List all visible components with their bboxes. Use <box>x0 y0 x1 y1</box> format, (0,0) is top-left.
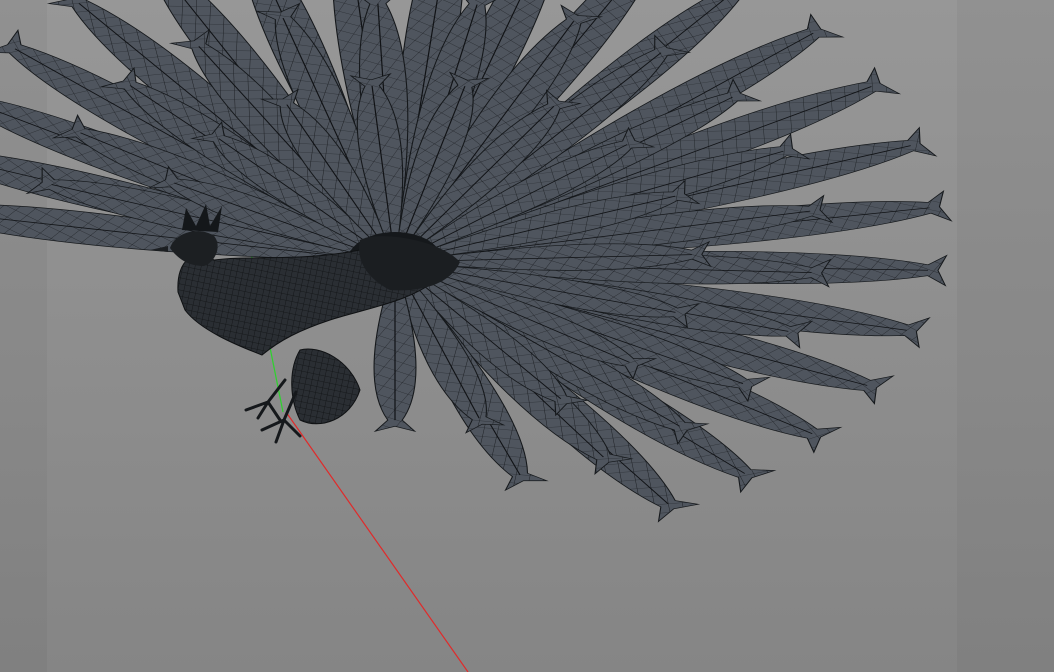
x-axis-line <box>285 411 469 672</box>
peacock-tail <box>0 0 953 523</box>
viewport-scene <box>0 0 953 672</box>
3d-viewport[interactable] <box>0 0 1054 672</box>
